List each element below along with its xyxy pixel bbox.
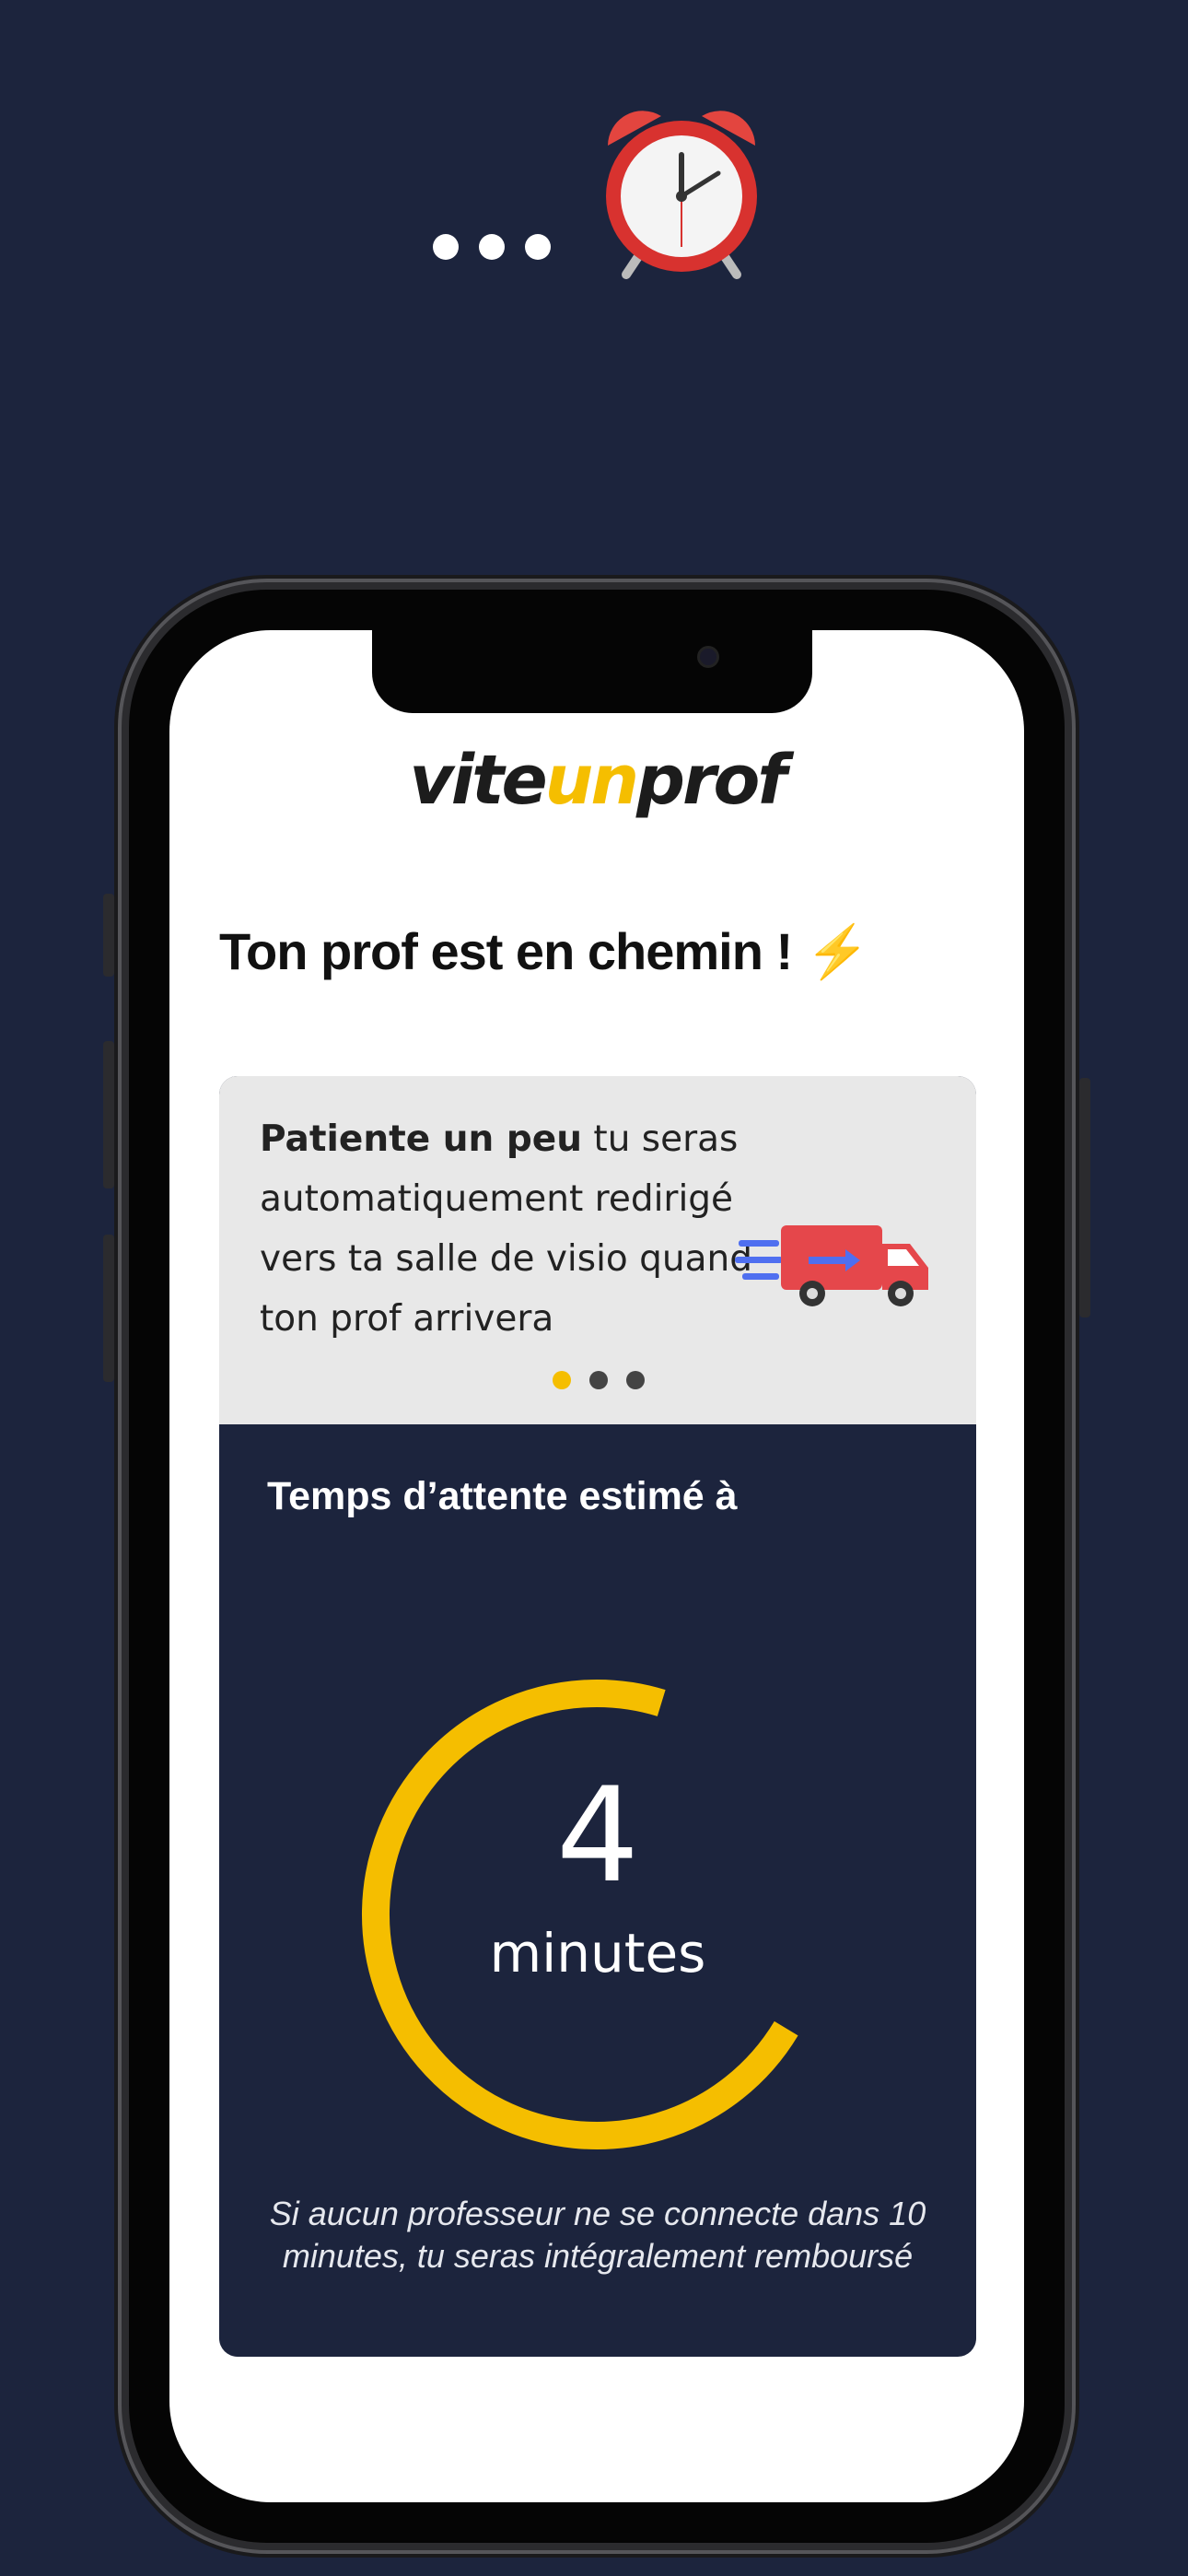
dot (433, 234, 459, 260)
dot (525, 234, 551, 260)
side-button (103, 894, 114, 977)
info-carousel[interactable]: Patiente un peu tu seras automatiquement… (219, 1076, 976, 1424)
pager-dot[interactable] (626, 1371, 645, 1389)
notch (372, 630, 812, 713)
wait-label: Temps d’attente estimé à (267, 1474, 738, 1518)
carousel-pager[interactable] (553, 1371, 645, 1389)
app-logo: viteunprof (409, 741, 786, 820)
alarm-clock-icon (606, 111, 757, 279)
waiting-card: Patiente un peu tu seras automatiquement… (219, 1076, 976, 2357)
volume-up-button (103, 1041, 114, 1188)
power-button (1079, 1078, 1090, 1317)
wait-minutes-value: 4 (555, 1760, 640, 1912)
lightning-icon: ⚡ (805, 922, 870, 980)
delivery-truck-icon (735, 1225, 928, 1306)
typing-dots (433, 234, 551, 260)
volume-down-button (103, 1235, 114, 1382)
pager-dot[interactable] (589, 1371, 608, 1389)
countdown-ring (361, 1680, 798, 2149)
camera-icon (700, 649, 716, 665)
pager-dot[interactable] (553, 1371, 571, 1389)
app-screen: viteunprof Ton prof est en chemin ! ⚡ Pa… (169, 630, 1024, 2502)
info-message: Patiente un peu tu seras automatiquement… (260, 1118, 753, 1340)
refund-note: Si aucun professeur ne se connecte dans … (269, 2195, 926, 2275)
page-title: Ton prof est en chemin ! ⚡ (219, 922, 870, 980)
phone-frame: viteunprof Ton prof est en chemin ! ⚡ Pa… (103, 590, 1090, 2543)
wait-minutes-unit: minutes (489, 1922, 706, 1985)
dot (479, 234, 505, 260)
